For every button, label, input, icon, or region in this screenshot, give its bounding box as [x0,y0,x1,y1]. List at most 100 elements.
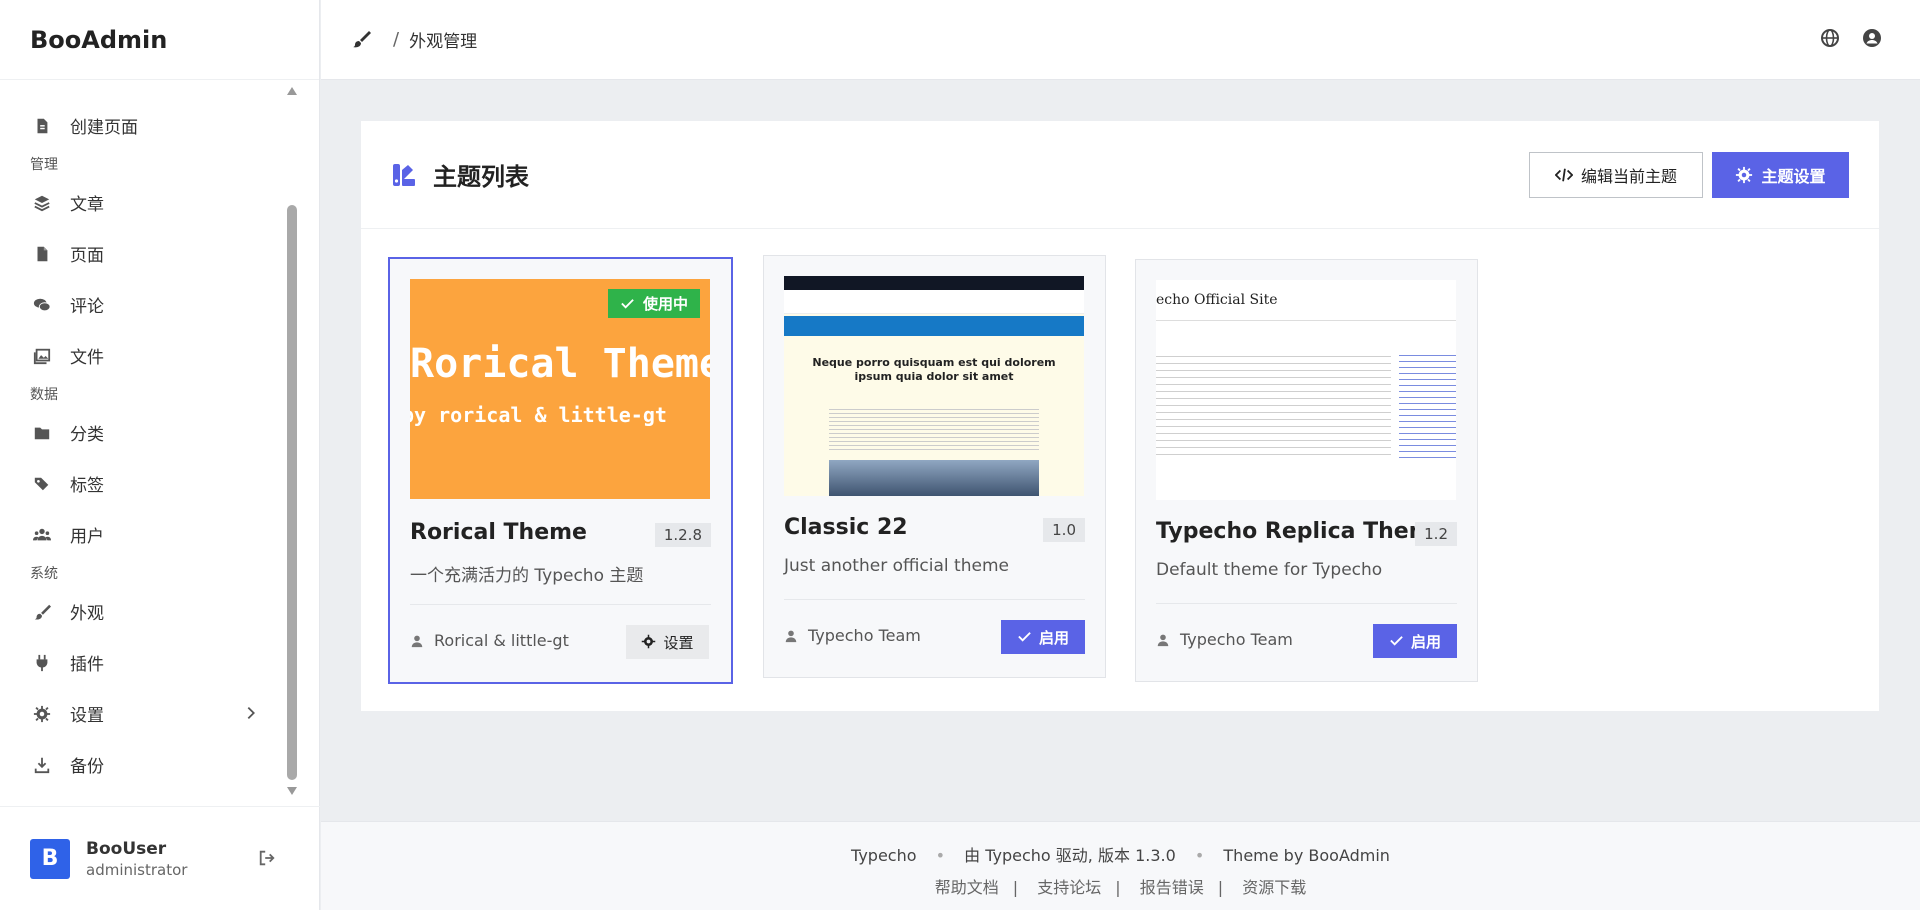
check-icon [1017,629,1033,645]
palette-icon [391,162,417,188]
sidebar-item-label: 备份 [70,757,104,777]
user-icon [410,633,426,649]
sidebar-group-system: 系统 [30,566,58,582]
sidebar-item-plugins[interactable]: 插件 [0,637,300,688]
sidebar-group-data: 数据 [30,387,58,403]
comments-icon [32,295,52,315]
folder-icon [32,423,52,443]
user-circle-icon[interactable] [1862,28,1884,50]
sidebar-item-pages[interactable]: 页面 [0,228,300,279]
sidebar-item-label: 标签 [70,476,104,496]
gear-icon [32,704,52,724]
check-icon [1389,633,1405,649]
sidebar-item-label: 文件 [70,348,104,368]
sidebar-item-create-page[interactable]: 创建页面 [0,100,300,151]
theme-name: Rorical Theme [410,520,587,545]
theme-version: 1.2 [1415,522,1457,546]
theme-author-name: Rorical & little-gt [434,631,569,650]
theme-name: Classic 22 [784,515,908,540]
divider [410,604,711,605]
download-icon [32,755,52,775]
globe-icon[interactable] [1820,28,1842,50]
theme-thumbnail: Neque porro quisquam est qui dolorem ips… [784,276,1084,496]
users-icon [32,525,52,545]
sidebar-item-categories[interactable]: 分类 [0,407,300,458]
status-badge-label: 使用中 [642,295,688,313]
card-header: 主题列表 编辑当前主题 主题设置 [361,121,1879,229]
brand-logo[interactable]: BooAdmin [0,0,319,80]
sidebar-item-posts[interactable]: 文章 [0,177,300,228]
user-icon [784,628,800,644]
page-title: 主题列表 [433,163,529,191]
footer-link-help[interactable]: 帮助文档 [935,878,999,897]
footer-brand[interactable]: Typecho [851,846,916,865]
avatar[interactable]: B [30,838,70,879]
theme-thumbnail: echo Official Site [1156,280,1456,500]
theme-description: Default theme for Typecho [1156,560,1383,580]
sidebar-item-appearance[interactable]: 外观 [0,586,300,637]
sidebar: BooAdmin 创建页面 管理 文章 页面 评论 文件 数据 分类 标签 用户… [0,0,320,910]
thumb-heading: echo Official Site [1156,292,1278,308]
sidebar-item-backup[interactable]: 备份 [0,739,300,790]
sidebar-item-label: 用户 [70,527,104,547]
tags-icon [32,474,52,494]
code-icon [1554,166,1574,184]
thumb-subtitle: by rorical & little-gt [410,403,667,427]
gear-icon [1735,166,1753,184]
thumb-title: Rorical Theme [410,341,710,387]
edit-current-theme-button[interactable]: 编辑当前主题 [1529,152,1703,198]
theme-action-label: 启用 [1038,628,1069,647]
user-name: BooUser [86,838,167,859]
scroll-down-arrow[interactable] [287,787,297,795]
theme-card-rorical[interactable]: Rorical Theme by rorical & little-gt 使用中… [388,257,733,684]
sidebar-nav: 创建页面 管理 文章 页面 评论 文件 数据 分类 标签 用户 系统 外观 插件… [0,80,300,802]
sidebar-item-label: 插件 [70,655,104,675]
sidebar-group-manage: 管理 [30,157,58,173]
edit-current-theme-label: 编辑当前主题 [1580,167,1677,186]
user-icon [1156,632,1172,648]
footer-link-forum[interactable]: 支持论坛 [1037,878,1101,897]
scrollbar-thumb[interactable] [287,205,297,780]
sidebar-item-users[interactable]: 用户 [0,509,300,560]
theme-settings-small-button[interactable]: 设置 [626,625,709,659]
sidebar-item-label: 设置 [70,706,104,726]
footer-link-report[interactable]: 报告错误 [1140,878,1204,897]
sidebar-item-label: 外观 [70,604,104,624]
enable-theme-button[interactable]: 启用 [1373,624,1457,658]
sidebar-item-settings[interactable]: 设置 [0,688,300,739]
chevron-right-icon [242,704,262,724]
scroll-up-arrow[interactable] [287,87,297,95]
sidebar-item-label: 评论 [70,297,104,317]
enable-theme-button[interactable]: 启用 [1001,620,1085,654]
theme-author: Rorical & little-gt [410,631,569,650]
theme-action-label: 启用 [1410,632,1441,651]
sidebar-item-tags[interactable]: 标签 [0,458,300,509]
theme-list-card: 主题列表 编辑当前主题 主题设置 Rorical Theme by rorica… [361,121,1879,711]
sidebar-item-label: 文章 [70,195,104,215]
brush-icon[interactable] [351,29,373,51]
theme-card-classic22[interactable]: Neque porro quisquam est qui dolorem ips… [763,255,1106,678]
sidebar-item-label: 分类 [70,425,104,445]
file-add-icon [32,116,52,136]
file-icon [32,244,52,264]
gear-icon [641,634,657,650]
theme-version: 1.0 [1043,518,1085,542]
layers-icon [32,193,52,213]
plug-icon [32,653,52,673]
footer-link-download[interactable]: 资源下载 [1242,878,1306,897]
user-role: administrator [86,860,188,879]
sidebar-scrollbar[interactable] [284,80,300,802]
theme-author: Typecho Team [1156,630,1293,649]
theme-card-replica[interactable]: echo Official Site Typecho Replica Theme… [1135,259,1478,682]
theme-thumbnail: Rorical Theme by rorical & little-gt 使用中 [410,279,710,499]
theme-author-name: Typecho Team [808,626,921,645]
logout-icon[interactable] [258,849,278,869]
theme-settings-button[interactable]: 主题设置 [1712,152,1849,198]
breadcrumb: 外观管理 [409,32,478,52]
theme-settings-label: 主题设置 [1761,167,1826,186]
user-panel: B BooUser administrator [0,806,320,910]
sidebar-item-files[interactable]: 文件 [0,330,300,381]
theme-description: 一个充满活力的 Typecho 主题 [410,566,644,586]
sidebar-item-comments[interactable]: 评论 [0,279,300,330]
check-icon [620,296,635,311]
